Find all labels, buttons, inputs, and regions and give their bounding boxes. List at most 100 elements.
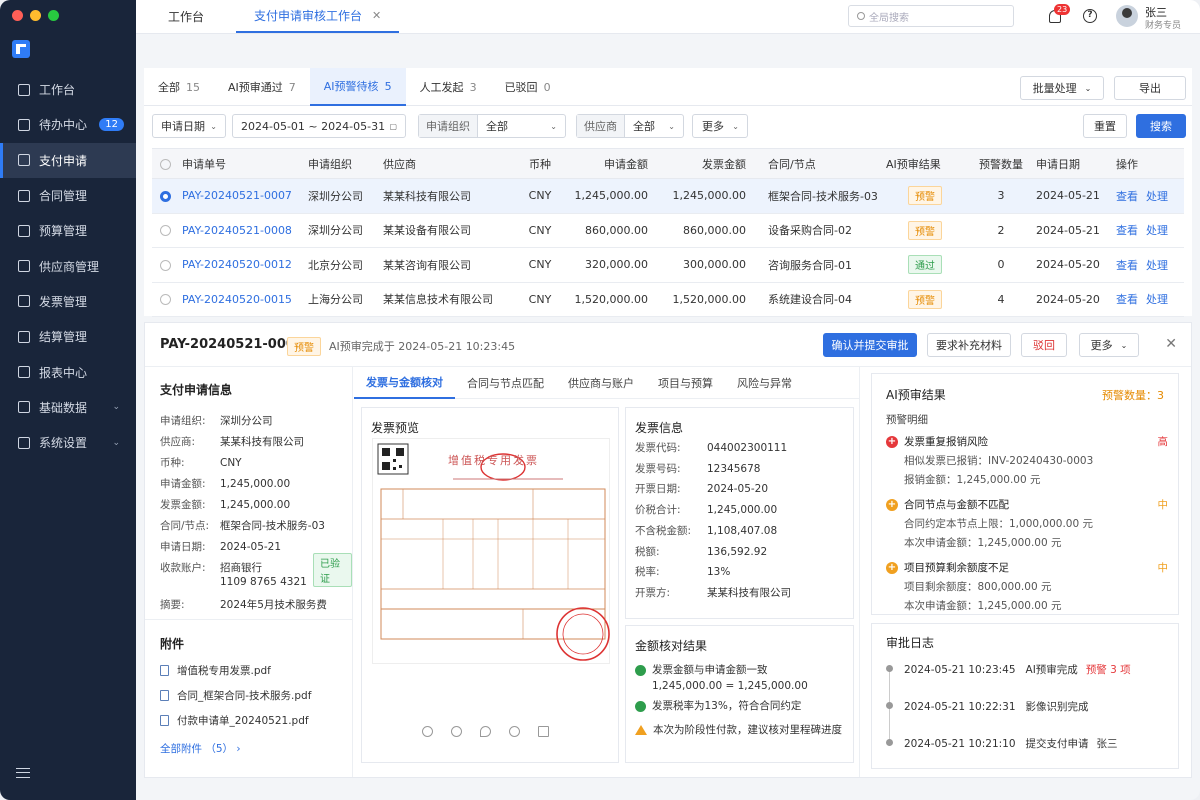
sidebar-item[interactable]: 预算管理 xyxy=(0,213,136,248)
maximize-window-button[interactable] xyxy=(48,10,59,21)
avatar[interactable] xyxy=(1116,5,1138,27)
handle-link[interactable]: 处理 xyxy=(1146,259,1168,272)
zoom-out-icon[interactable] xyxy=(422,726,433,737)
export-button[interactable]: 导出 xyxy=(1114,76,1186,100)
status-tab[interactable]: 全部 15 xyxy=(144,68,214,106)
table-row[interactable]: PAY-20240521-0007 深圳分公司 某某科技有限公司 CNY 1,245,0… xyxy=(152,178,1184,214)
row-radio[interactable] xyxy=(160,294,171,306)
info-value: 2024-05-21 xyxy=(220,541,282,553)
sidebar-item[interactable]: 合同管理 xyxy=(0,178,136,213)
ai-detail-subtitle: 预警明细 xyxy=(886,414,928,426)
view-link[interactable]: 查看 xyxy=(1116,224,1138,237)
table-row[interactable]: PAY-20240521-0008 深圳分公司 某某设备有限公司 CNY 860,000… xyxy=(152,213,1184,248)
view-link[interactable]: 查看 xyxy=(1116,190,1138,203)
detail-more-label: 更多 xyxy=(1090,339,1113,352)
date-type-select[interactable]: 申请日期 ⌄ xyxy=(152,114,226,138)
tab-payment-review[interactable]: 支付申请审核工作台 ✕ xyxy=(236,0,400,33)
more-filters-button[interactable]: 更多 ⌄ xyxy=(692,114,748,138)
review-tabs: 发票与金额核对 合同与节点匹配 供应商与账户 项目与预算 风险与异常 xyxy=(354,367,859,399)
sidebar-item[interactable]: 工作台 xyxy=(0,72,136,107)
amount-check-card: 金额核对结果 发票金额与申请金额一致 1,245,000.00 = 1,245,0… xyxy=(625,625,854,763)
reject-button[interactable]: 驳回 xyxy=(1021,333,1067,357)
ai-result-cell: 预警 xyxy=(886,178,966,214)
column-header: 申请组织 xyxy=(308,148,383,179)
status-tab[interactable]: AI预审通过 7 xyxy=(214,68,310,106)
check-text: 本次为阶段性付款，建议核对里程碑进度 xyxy=(653,724,842,736)
date-range-picker[interactable]: 2024-05-01 ~ 2024-05-31 ▢ xyxy=(232,114,406,138)
reset-button[interactable]: 重置 xyxy=(1083,114,1127,138)
detail-header: PAY-20240521-0007 预警 AI预审完成于 2024-05-21 … xyxy=(145,323,1191,367)
application-id-link[interactable]: PAY-20240521-0008 xyxy=(182,213,308,248)
sidebar-item[interactable]: 报表中心 xyxy=(0,354,136,389)
table-row[interactable]: PAY-20240520-0012 北京分公司 某某咨询有限公司 CNY 320,000… xyxy=(152,247,1184,283)
global-search-input[interactable]: 全局搜索 xyxy=(848,5,1014,27)
view-link[interactable]: 查看 xyxy=(1116,293,1138,306)
sidebar-item[interactable]: 待办中心 12 xyxy=(0,107,136,142)
select-all-radio[interactable] xyxy=(160,158,171,170)
fit-icon[interactable] xyxy=(509,726,520,737)
close-tab-icon[interactable]: ✕ xyxy=(372,9,381,22)
close-window-button[interactable] xyxy=(12,10,23,21)
sidebar-item[interactable]: 系统设置 ⌄ xyxy=(0,425,136,460)
review-tab[interactable]: 合同与节点匹配 xyxy=(455,367,556,399)
zoom-in-icon[interactable] xyxy=(451,726,462,737)
row-radio[interactable] xyxy=(160,225,171,237)
divider xyxy=(145,619,352,620)
status-tab[interactable]: 人工发起 3 xyxy=(406,68,491,106)
review-tab[interactable]: 发票与金额核对 xyxy=(354,367,455,399)
notification-badge: 23 xyxy=(1054,4,1071,15)
nav-icon xyxy=(18,295,30,308)
date-cell: 2024-05-20 xyxy=(1036,247,1116,283)
batch-process-button[interactable]: 批量处理 ⌄ xyxy=(1020,76,1104,100)
vendor-select[interactable]: 供应商 全部 ⌄ xyxy=(576,114,684,138)
handle-link[interactable]: 处理 xyxy=(1146,190,1168,203)
attachment-name: 增值税专用发票.pdf xyxy=(177,665,271,677)
sidebar-item[interactable]: 基础数据 ⌄ xyxy=(0,390,136,425)
attachment-item[interactable]: 合同_框架合同-技术服务.pdf xyxy=(160,688,311,703)
application-id-link[interactable]: PAY-20240521-0007 xyxy=(182,178,308,214)
row-radio[interactable] xyxy=(160,190,171,202)
rotate-icon[interactable] xyxy=(480,726,491,737)
attachment-item[interactable]: 增值税专用发票.pdf xyxy=(160,663,271,678)
row-radio[interactable] xyxy=(160,259,171,271)
sidebar-item[interactable]: 供应商管理 xyxy=(0,248,136,283)
request-supplement-button[interactable]: 要求补充材料 xyxy=(927,333,1011,357)
handle-link[interactable]: 处理 xyxy=(1146,293,1168,306)
column-header: 申请日期 xyxy=(1036,148,1116,179)
review-tab[interactable]: 供应商与账户 xyxy=(556,367,646,399)
info-column: 支付申请信息 申请组织: 深圳分公司 供应商: 某某科技有限公司 币种: CNY 申请金额:… xyxy=(145,367,353,777)
vendor-cell: 某某科技有限公司 xyxy=(383,178,510,214)
info-key: 发票金额: xyxy=(160,499,206,511)
confirm-submit-button[interactable]: 确认并提交审批 xyxy=(823,333,917,357)
status-tab[interactable]: 已驳回 0 xyxy=(491,68,565,106)
view-link[interactable]: 查看 xyxy=(1116,259,1138,272)
application-id-link[interactable]: PAY-20240520-0015 xyxy=(182,282,308,317)
table-row[interactable]: PAY-20240520-0015 上海分公司 某某信息技术有限公司 CNY 1,520… xyxy=(152,282,1184,317)
sidebar-item[interactable]: 发票管理 xyxy=(0,284,136,319)
attachment-item[interactable]: 付款申请单_20240521.pdf xyxy=(160,713,309,728)
org-select[interactable]: 申请组织 全部 ⌄ xyxy=(418,114,566,138)
review-tab[interactable]: 项目与预算 xyxy=(646,367,725,399)
detail-more-button[interactable]: 更多 ⌄ xyxy=(1079,333,1139,357)
sidebar-item-label: 基础数据 xyxy=(39,400,88,415)
application-id-link[interactable]: PAY-20240520-0012 xyxy=(182,247,308,283)
download-icon[interactable] xyxy=(538,726,549,737)
invoice-info-key: 税率: xyxy=(635,566,660,579)
invoice-info-row: 开票日期: 2024-05-20 xyxy=(635,481,768,496)
sidebar-item[interactable]: 结算管理 xyxy=(0,319,136,354)
search-button[interactable]: 搜索 xyxy=(1136,114,1186,138)
sidebar-item[interactable]: 支付申请 xyxy=(0,142,136,179)
help-icon[interactable]: ? xyxy=(1083,9,1097,23)
collapse-menu-icon[interactable] xyxy=(16,768,30,778)
all-attachments-link[interactable]: 全部附件 （5） › xyxy=(160,741,241,756)
status-tab[interactable]: AI预警待核 5 xyxy=(309,68,406,106)
date-range-value: 2024-05-01 ~ 2024-05-31 xyxy=(241,119,386,133)
log-extra: 张三 xyxy=(1096,738,1118,750)
minimize-window-button[interactable] xyxy=(30,10,41,21)
batch-label: 批量处理 xyxy=(1032,82,1077,95)
handle-link[interactable]: 处理 xyxy=(1146,224,1168,237)
tab-workbench[interactable]: 工作台 xyxy=(136,0,236,33)
review-tab[interactable]: 风险与异常 xyxy=(725,367,804,399)
log-time: 2024-05-21 10:21:10 xyxy=(904,738,1016,750)
close-icon[interactable]: ✕ xyxy=(1165,336,1177,352)
